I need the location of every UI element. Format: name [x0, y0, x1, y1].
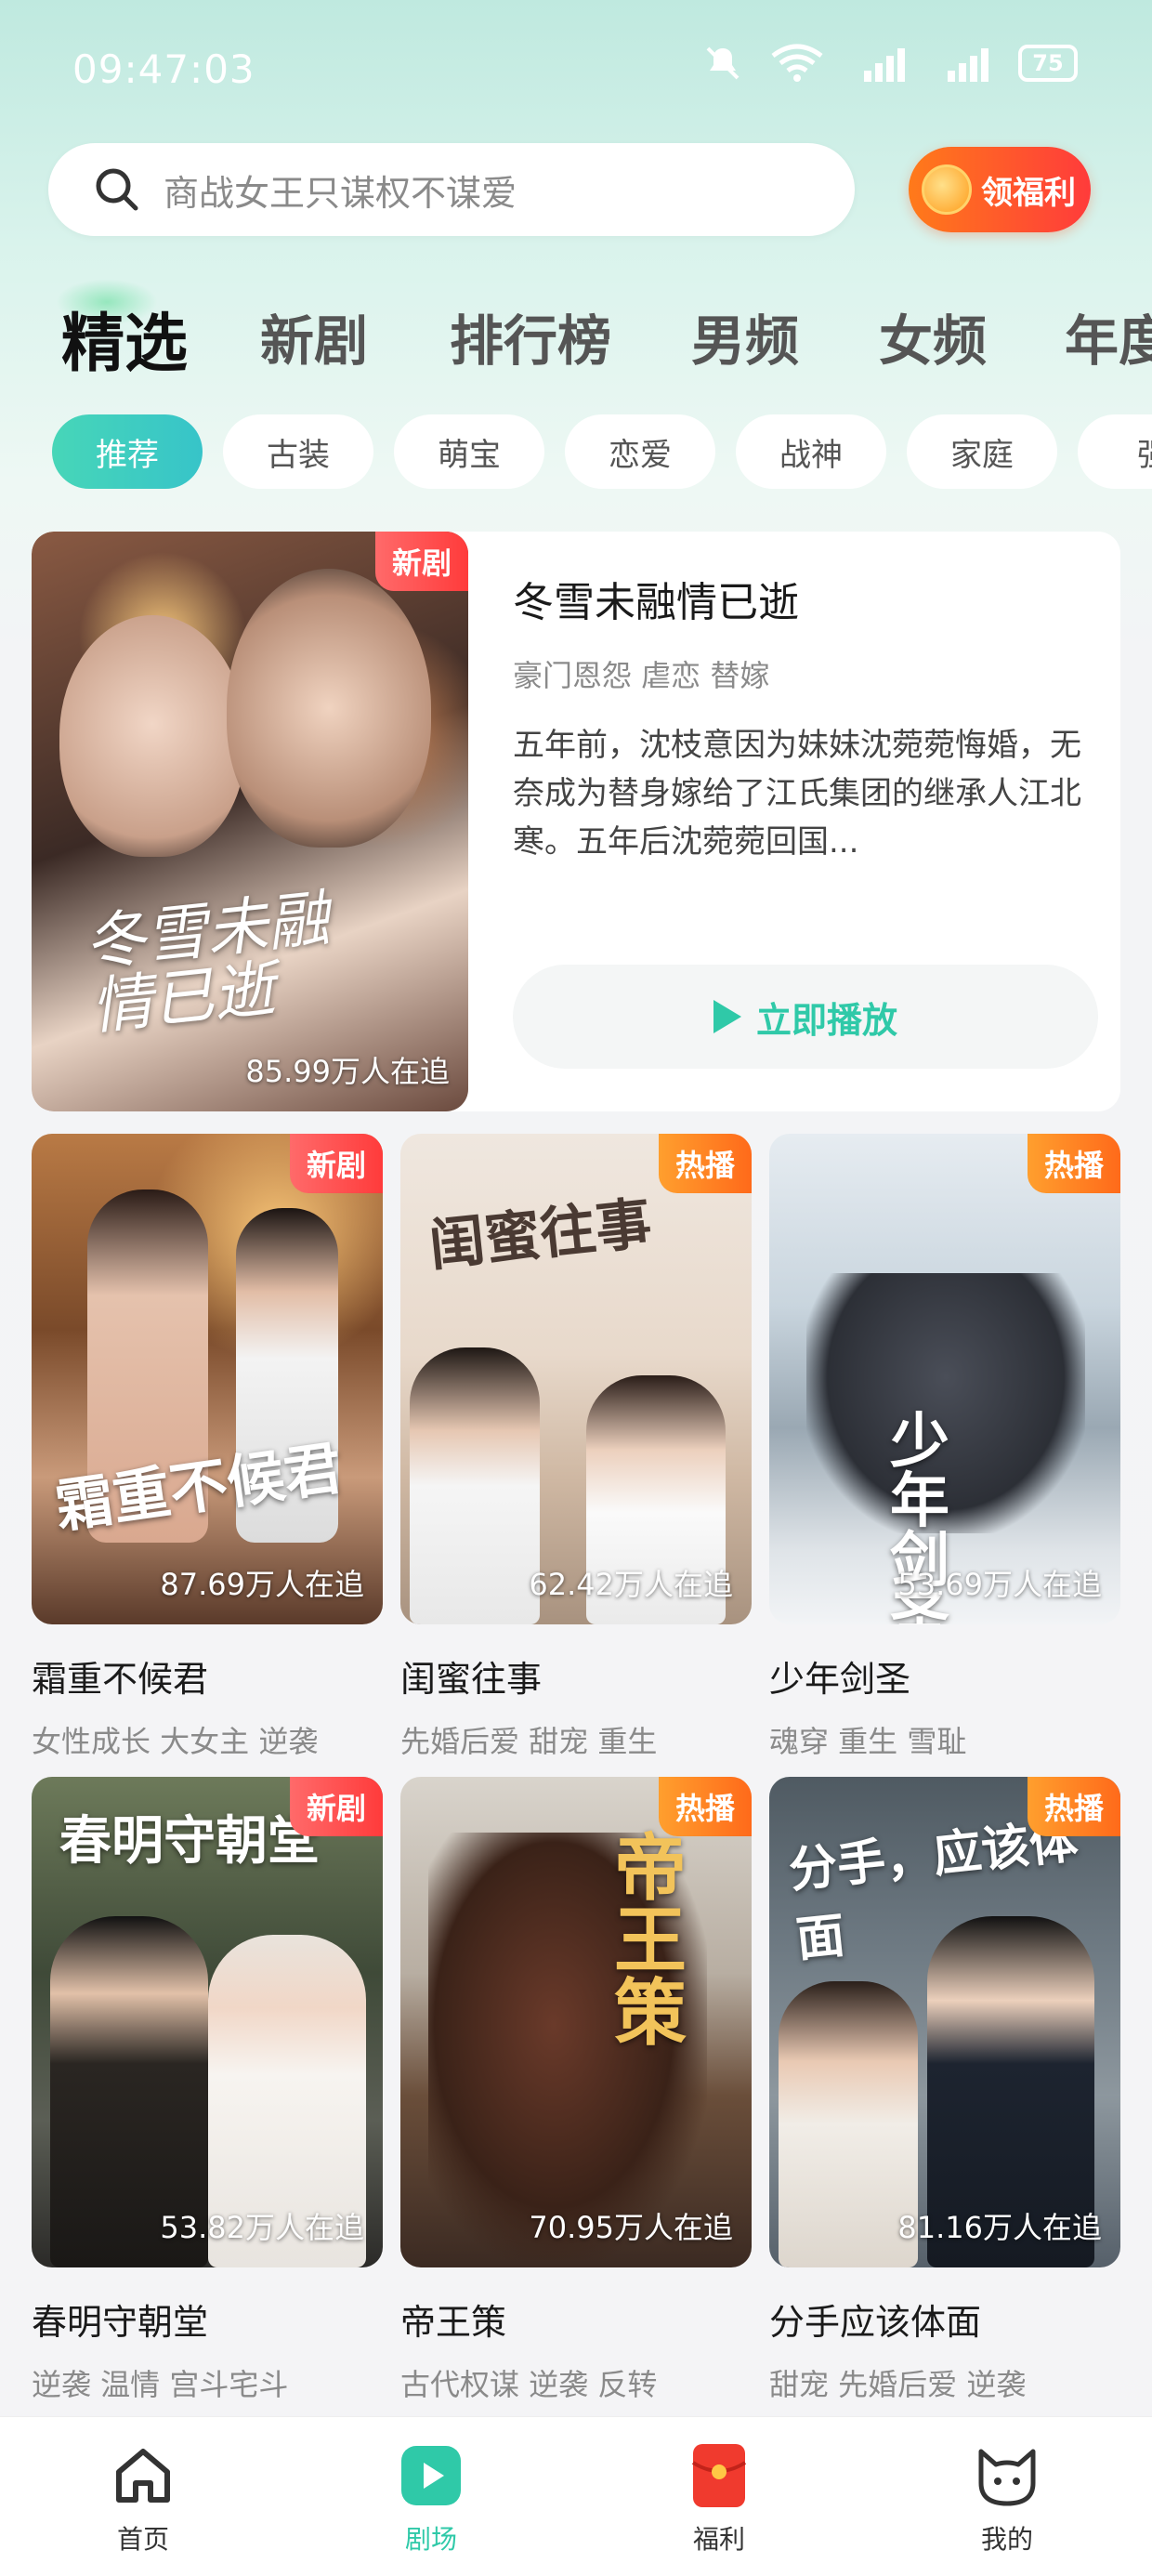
- red-envelope-icon: [685, 2441, 753, 2510]
- drama-tags: 甜宠 先婚后爱 逆袭: [769, 2367, 1027, 2402]
- drama-tags: 先婚后爱 甜宠 重生: [400, 1724, 658, 1759]
- actress-figure: [59, 615, 245, 857]
- drama-title[interactable]: 分手应该体面: [769, 2293, 1120, 2345]
- signal-5g-icon: [948, 48, 988, 82]
- cover-title-art: 春明守朝堂: [59, 1810, 320, 1872]
- tab-annual[interactable]: 年度: [1065, 297, 1152, 375]
- drama-card[interactable]: 春明守朝堂 新剧 53.82万人在追 春明守朝堂 逆袭 温情 宫斗宅斗: [32, 1777, 383, 2404]
- drama-cover[interactable]: 分手，应该体面 热播 81.16万人在追: [769, 1777, 1120, 2267]
- drama-card[interactable]: 分手，应该体面 热播 81.16万人在追 分手应该体面 甜宠 先婚后爱 逆袭: [769, 1777, 1120, 2404]
- viewer-count: 81.16万人在追: [897, 2210, 1102, 2245]
- featured-drama-card[interactable]: 冬雪未融 情已逝 新剧 85.99万人在追 冬雪未融情已逝 豪门恩怨 虐恋 替嫁…: [32, 532, 1120, 1111]
- actor-figure: [410, 1347, 540, 1624]
- chip-cute-baby[interactable]: 萌宝: [394, 414, 544, 489]
- drama-cover[interactable]: 霜重不候君 新剧 87.69万人在追: [32, 1134, 383, 1624]
- tab-featured[interactable]: 精选: [61, 297, 188, 384]
- featured-info: 冬雪未融情已逝 豪门恩怨 虐恋 替嫁 五年前，沈枝意因为妹妹沈菀菀悔婚，无奈成为…: [513, 569, 1089, 866]
- drama-card[interactable]: 少年剑圣 热播 53.69万人在追 少年剑圣 魂穿 重生 雪耻: [769, 1134, 1120, 1761]
- mute-icon: [706, 46, 740, 80]
- new-badge: 新剧: [374, 532, 468, 591]
- drama-title[interactable]: 帝王策: [400, 2293, 752, 2345]
- status-time: 09:47:03: [72, 46, 255, 92]
- drama-title[interactable]: 春明守朝堂: [32, 2293, 383, 2345]
- drama-card[interactable]: 闺蜜往事 热播 62.42万人在追 闺蜜往事 先婚后爱 甜宠 重生: [400, 1134, 752, 1761]
- hot-badge: 热播: [658, 1134, 752, 1193]
- tab-female[interactable]: 女频: [879, 297, 987, 375]
- cat-profile-icon: [973, 2441, 1041, 2510]
- hot-badge: 热播: [1027, 1777, 1120, 1836]
- drama-card[interactable]: 霜重不候君 新剧 87.69万人在追 霜重不候君 女性成长 大女主 逆袭: [32, 1134, 383, 1761]
- nav-profile-label: 我的: [980, 2524, 1033, 2555]
- hot-badge: 热播: [658, 1777, 752, 1836]
- chip-recommended[interactable]: 推荐: [52, 414, 203, 489]
- viewer-count: 85.99万人在追: [245, 1054, 450, 1089]
- play-now-label: 立即播放: [755, 999, 897, 1041]
- tab-new[interactable]: 新剧: [260, 297, 368, 375]
- drama-tags: 古代权谋 逆袭 反转: [400, 2367, 658, 2402]
- viewer-count: 87.69万人在追: [160, 1567, 364, 1602]
- drama-tags: 魂穿 重生 雪耻: [769, 1724, 967, 1759]
- featured-description: 五年前，沈枝意因为妹妹沈菀菀悔婚，无奈成为替身嫁给了江氏集团的继承人江北寒。五年…: [513, 727, 1081, 861]
- drama-tags: 逆袭 温情 宫斗宅斗: [32, 2367, 289, 2402]
- viewer-count: 53.82万人在追: [160, 2210, 364, 2245]
- featured-cover[interactable]: 冬雪未融 情已逝 新剧 85.99万人在追: [32, 532, 468, 1111]
- featured-cover-title: 冬雪未融 情已逝: [81, 883, 333, 1045]
- viewer-count: 53.69万人在追: [897, 1567, 1102, 1602]
- search-icon: [96, 168, 138, 211]
- welfare-button[interactable]: 领福利: [909, 147, 1091, 232]
- play-now-button[interactable]: 立即播放: [513, 965, 1098, 1069]
- actor-figure: [227, 569, 431, 848]
- signal-5g-icon: [864, 48, 905, 82]
- chip-strong[interactable]: 强: [1078, 414, 1152, 489]
- cover-title-art: 帝王策: [614, 1826, 687, 2056]
- drama-cover[interactable]: 闺蜜往事 热播 62.42万人在追: [400, 1134, 752, 1624]
- status-bar: 09:47:03 75: [0, 0, 1152, 139]
- status-icons: 75: [702, 43, 1078, 84]
- featured-title[interactable]: 冬雪未融情已逝: [513, 569, 1089, 628]
- home-icon: [109, 2441, 177, 2510]
- theater-play-icon: [397, 2441, 465, 2510]
- coin-icon: [922, 164, 972, 215]
- viewer-count: 62.42万人在追: [529, 1567, 733, 1602]
- cover-title-art: 闺蜜往事: [425, 1190, 655, 1280]
- hot-badge: 热播: [1027, 1134, 1120, 1193]
- drama-cover[interactable]: 少年剑圣 热播 53.69万人在追: [769, 1134, 1120, 1624]
- search-placeholder: 商战女王只谋权不谋爱: [164, 172, 517, 214]
- drama-card[interactable]: 帝王策 热播 70.95万人在追 帝王策 古代权谋 逆袭 反转: [400, 1777, 752, 2404]
- drama-title[interactable]: 少年剑圣: [769, 1650, 1120, 1702]
- featured-tags: 豪门恩怨 虐恋 替嫁: [513, 658, 770, 693]
- search-input[interactable]: 商战女王只谋权不谋爱: [48, 143, 855, 236]
- nav-welfare[interactable]: 福利: [635, 2441, 803, 2556]
- nav-theater-label: 剧场: [404, 2524, 457, 2555]
- nav-home-label: 首页: [116, 2524, 169, 2555]
- nav-theater[interactable]: 剧场: [347, 2441, 515, 2556]
- battery-icon: 75: [1018, 45, 1078, 82]
- play-icon: [713, 1000, 741, 1033]
- chip-family[interactable]: 家庭: [907, 414, 1057, 489]
- genre-chips: 推荐 古装 萌宝 恋爱 战神 家庭 强: [0, 414, 1152, 489]
- chip-costume[interactable]: 古装: [223, 414, 373, 489]
- nav-profile[interactable]: 我的: [923, 2441, 1091, 2556]
- nav-welfare-label: 福利: [692, 2524, 745, 2555]
- chip-war-god[interactable]: 战神: [736, 414, 886, 489]
- drama-tags: 女性成长 大女主 逆袭: [32, 1724, 319, 1759]
- viewer-count: 70.95万人在追: [529, 2210, 733, 2245]
- tab-ranking[interactable]: 排行榜: [450, 297, 611, 375]
- welfare-button-label: 领福利: [981, 174, 1076, 212]
- nav-home[interactable]: 首页: [59, 2441, 227, 2556]
- chip-romance[interactable]: 恋爱: [565, 414, 715, 489]
- bottom-navigation: 首页 剧场 福利 我的: [0, 2416, 1152, 2576]
- featured-cover-image: 冬雪未融 情已逝: [32, 532, 468, 1111]
- tab-male[interactable]: 男频: [691, 297, 799, 375]
- drama-title[interactable]: 霜重不候君: [32, 1650, 383, 1702]
- wifi-icon: [771, 44, 823, 82]
- drama-cover[interactable]: 帝王策 热播 70.95万人在追: [400, 1777, 752, 2267]
- new-badge: 新剧: [289, 1134, 383, 1193]
- new-badge: 新剧: [289, 1777, 383, 1836]
- drama-cover[interactable]: 春明守朝堂 新剧 53.82万人在追: [32, 1777, 383, 2267]
- drama-title[interactable]: 闺蜜往事: [400, 1650, 752, 1702]
- category-tabs: 精选 新剧 排行榜 男频 女频 年度: [0, 297, 1152, 390]
